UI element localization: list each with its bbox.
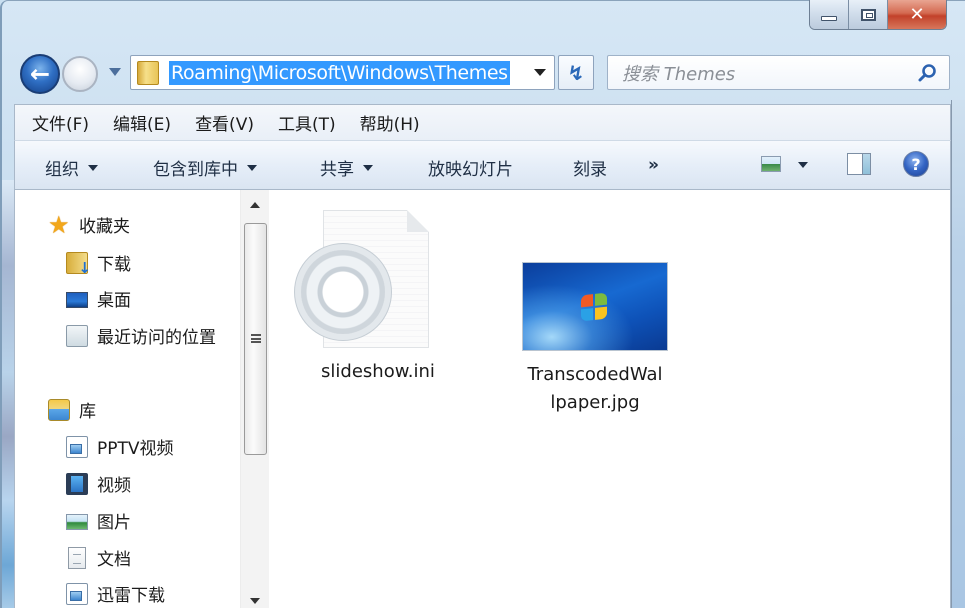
include-in-library-button[interactable]: 包含到库中 xyxy=(153,155,257,180)
more-commands-button[interactable]: » xyxy=(648,155,659,175)
file-item[interactable]: TranscodedWal lpaper.jpg xyxy=(271,190,691,420)
documents-icon xyxy=(68,546,86,569)
help-icon[interactable]: ? xyxy=(903,151,929,177)
nav-item-label: PPTV视频 xyxy=(97,439,174,459)
file-name-line: lpaper.jpg xyxy=(550,392,640,413)
navigation-pane: ★ 收藏夹 下载 桌面 最近访问的位置 库 PPTV视频 视频 图片 文档 迅雷… xyxy=(14,190,271,608)
folder-icon xyxy=(137,60,159,85)
address-dropdown-button[interactable] xyxy=(526,56,554,89)
change-view-icon[interactable] xyxy=(761,156,781,172)
close-icon: ✕ xyxy=(909,4,925,25)
view-options-dropdown[interactable] xyxy=(798,162,808,168)
burn-button[interactable]: 刻录 xyxy=(573,155,607,180)
nav-item-pictures[interactable]: 图片 xyxy=(66,508,131,533)
nav-item-label: 文档 xyxy=(97,550,131,570)
nav-item-desktop[interactable]: 桌面 xyxy=(66,286,131,311)
grip-icon xyxy=(251,334,261,343)
share-label: 共享 xyxy=(320,160,354,180)
nav-item-label: 迅雷下载 xyxy=(97,586,165,606)
library-icon xyxy=(48,398,70,421)
nav-item-xunlei-downloads[interactable]: 迅雷下载 xyxy=(66,581,165,606)
file-name-line: TranscodedWal xyxy=(527,364,663,385)
file-name: TranscodedWal lpaper.jpg xyxy=(515,361,675,417)
file-list: slideshow.ini TranscodedWal lpaper.jpg xyxy=(271,190,951,608)
star-icon: ★ xyxy=(48,210,70,239)
organize-label: 组织 xyxy=(45,160,79,180)
nav-item-label: 桌面 xyxy=(97,291,131,311)
forward-button[interactable] xyxy=(62,56,98,92)
minimize-button[interactable] xyxy=(810,0,849,29)
include-in-library-label: 包含到库中 xyxy=(153,160,238,180)
window-left-edge xyxy=(2,180,14,608)
menu-bar: 文件(F) 编辑(E) 查看(V) 工具(T) 帮助(H) xyxy=(14,104,951,140)
minimize-icon xyxy=(821,16,837,21)
address-bar[interactable]: Roaming\Microsoft\Windows\Themes xyxy=(130,55,555,90)
search-placeholder: 搜索 Themes xyxy=(622,63,736,85)
address-path[interactable]: Roaming\Microsoft\Windows\Themes xyxy=(169,60,510,85)
nav-item-recent-places[interactable]: 最近访问的位置 xyxy=(66,323,216,348)
maximize-button[interactable] xyxy=(849,0,888,29)
nav-item-label: 图片 xyxy=(97,513,131,533)
nav-item-pptv-video[interactable]: PPTV视频 xyxy=(66,434,174,459)
double-chevron-right-icon: » xyxy=(648,155,659,175)
recent-places-icon xyxy=(66,324,88,347)
nav-favorites-label: 收藏夹 xyxy=(79,217,130,237)
burn-label: 刻录 xyxy=(573,160,607,180)
search-icon[interactable] xyxy=(917,63,937,83)
nav-item-label: 下载 xyxy=(97,255,131,275)
library-folder-icon xyxy=(66,435,88,458)
chevron-down-icon xyxy=(363,164,373,171)
close-button[interactable]: ✕ xyxy=(888,0,946,29)
back-button[interactable]: ← xyxy=(20,54,60,94)
slideshow-button[interactable]: 放映幻灯片 xyxy=(428,155,513,180)
menu-file[interactable]: 文件(F) xyxy=(32,110,89,135)
nav-libraries[interactable]: 库 xyxy=(48,397,96,422)
refresh-button[interactable]: ↯ xyxy=(558,55,594,90)
library-folder-icon xyxy=(66,582,88,605)
maximize-icon xyxy=(860,8,876,21)
command-bar: 组织 包含到库中 共享 放映幻灯片 刻录 » ? xyxy=(14,140,951,190)
organize-button[interactable]: 组织 xyxy=(45,155,98,180)
image-thumbnail xyxy=(522,262,668,351)
share-button[interactable]: 共享 xyxy=(320,155,373,180)
nav-item-label: 最近访问的位置 xyxy=(97,328,216,348)
caption-buttons: ✕ xyxy=(809,0,947,30)
slideshow-label: 放映幻灯片 xyxy=(428,160,513,180)
back-arrow-icon: ← xyxy=(29,60,51,88)
refresh-icon: ↯ xyxy=(567,60,585,85)
nav-item-downloads[interactable]: 下载 xyxy=(66,250,131,277)
chevron-down-icon xyxy=(247,164,257,171)
nav-libraries-label: 库 xyxy=(79,402,96,422)
windows-logo-icon xyxy=(581,292,607,322)
scroll-up-arrow-icon[interactable] xyxy=(250,202,260,208)
pictures-icon xyxy=(66,513,88,530)
nav-favorites[interactable]: ★ 收藏夹 xyxy=(48,210,130,239)
video-icon xyxy=(66,472,88,495)
scrollbar-thumb[interactable] xyxy=(244,223,267,455)
scroll-down-arrow-icon[interactable] xyxy=(250,598,260,604)
nav-item-documents[interactable]: 文档 xyxy=(66,545,131,570)
menu-tools[interactable]: 工具(T) xyxy=(278,110,336,135)
menu-edit[interactable]: 编辑(E) xyxy=(113,110,171,135)
recent-pages-dropdown[interactable] xyxy=(109,68,121,76)
menu-view[interactable]: 查看(V) xyxy=(195,110,254,135)
window-right-edge xyxy=(951,100,965,608)
search-input[interactable]: 搜索 Themes xyxy=(607,55,950,90)
download-folder-icon xyxy=(66,251,91,277)
nav-pane-scrollbar[interactable] xyxy=(240,190,269,608)
nav-item-label: 视频 xyxy=(97,476,131,496)
desktop-icon xyxy=(66,291,88,308)
menu-help[interactable]: 帮助(H) xyxy=(360,110,420,135)
chevron-down-icon xyxy=(534,69,546,76)
nav-item-videos[interactable]: 视频 xyxy=(66,471,131,496)
help-glyph: ? xyxy=(911,154,921,174)
preview-pane-icon[interactable] xyxy=(847,153,871,175)
chevron-down-icon xyxy=(88,164,98,171)
